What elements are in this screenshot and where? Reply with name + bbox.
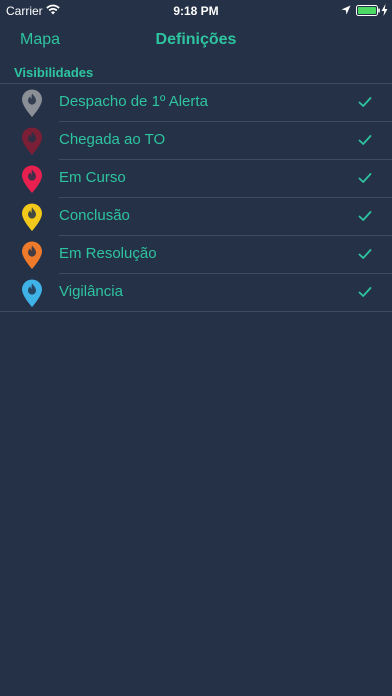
visibility-list: Despacho de 1º Alerta Chegada ao TO Em C… bbox=[0, 84, 392, 312]
map-pin-fire-icon bbox=[22, 203, 42, 231]
checkmark-icon bbox=[358, 287, 372, 297]
navigation-bar: Mapa Definições bbox=[0, 20, 392, 62]
section-title: Visibilidades bbox=[14, 65, 94, 80]
list-item-conclusao[interactable]: Conclusão bbox=[0, 198, 392, 236]
list-item-vigilancia[interactable]: Vigilância bbox=[0, 274, 392, 312]
checkmark-icon bbox=[358, 249, 372, 259]
location-arrow-icon bbox=[341, 5, 351, 15]
battery-icon bbox=[356, 5, 380, 16]
status-bar: Carrier 9:18 PM bbox=[0, 0, 392, 20]
map-pin-fire-icon bbox=[22, 241, 42, 269]
checkmark-icon bbox=[358, 211, 372, 221]
item-label: Vigilância bbox=[59, 283, 123, 300]
clock: 9:18 PM bbox=[173, 4, 219, 18]
list-item-despacho[interactable]: Despacho de 1º Alerta bbox=[0, 84, 392, 122]
checkmark-icon bbox=[358, 173, 372, 183]
map-pin-fire-icon bbox=[22, 127, 42, 155]
checkmark-icon bbox=[358, 135, 372, 145]
map-pin-fire-icon bbox=[22, 279, 42, 307]
charging-bolt-icon bbox=[381, 4, 388, 16]
item-label: Conclusão bbox=[59, 207, 130, 224]
list-item-em-curso[interactable]: Em Curso bbox=[0, 160, 392, 198]
page-title: Definições bbox=[155, 31, 237, 48]
item-label: Chegada ao TO bbox=[59, 131, 166, 148]
map-pin-fire-icon bbox=[22, 89, 42, 117]
item-label: Despacho de 1º Alerta bbox=[59, 93, 208, 110]
list-item-em-resolucao[interactable]: Em Resolução bbox=[0, 236, 392, 274]
item-label: Em Resolução bbox=[59, 245, 157, 262]
item-label: Em Curso bbox=[59, 169, 126, 186]
section-header: Visibilidades bbox=[0, 62, 392, 84]
map-pin-fire-icon bbox=[22, 165, 42, 193]
list-item-chegada[interactable]: Chegada ao TO bbox=[0, 122, 392, 160]
settings-screen: Carrier 9:18 PM Mapa Definições Visibili… bbox=[0, 0, 392, 696]
checkmark-icon bbox=[358, 97, 372, 107]
separator bbox=[0, 311, 392, 312]
